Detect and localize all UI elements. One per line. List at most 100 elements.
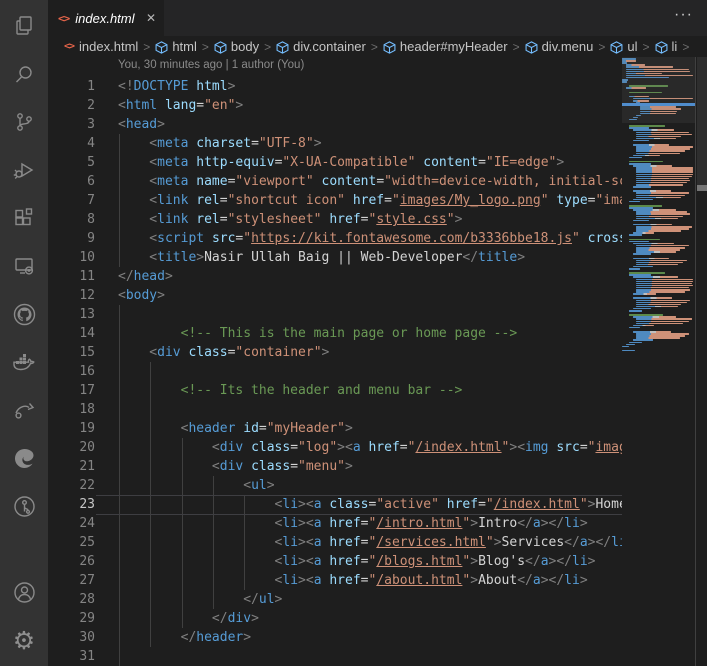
code-line[interactable]: 23 <li><a class="active" href="/index.ht… bbox=[48, 495, 622, 514]
breadcrumb-separator: > bbox=[201, 39, 209, 54]
code-line[interactable]: 17 <!-- Its the header and menu bar --> bbox=[48, 381, 622, 400]
line-number: 21 bbox=[79, 459, 95, 474]
code-line-text: <head> bbox=[118, 117, 165, 132]
minimap-row bbox=[636, 303, 682, 306]
code-editor[interactable]: You, 30 minutes ago | 1 author (You) 1 <!… bbox=[48, 57, 707, 666]
code-line[interactable]: 28 </ul> bbox=[48, 590, 622, 609]
code-line-text: <li><a class="active" href="/index.html"… bbox=[118, 497, 622, 512]
scrollbar-thumb[interactable] bbox=[697, 57, 707, 185]
code-line[interactable]: 3 <head> bbox=[48, 115, 622, 134]
gitlens-blame-annotation[interactable]: You, 30 minutes ago | 1 author (You) bbox=[118, 59, 304, 77]
search-icon[interactable] bbox=[0, 50, 48, 98]
breadcrumb-item[interactable]: html bbox=[172, 39, 197, 54]
code-line[interactable]: 22 <ul> bbox=[48, 476, 622, 495]
remote-explorer-icon[interactable] bbox=[0, 242, 48, 290]
minimap-row bbox=[636, 150, 685, 152]
code-line[interactable]: 31 bbox=[48, 647, 622, 666]
code-line[interactable]: 8 <link rel="stylesheet" href="style.css… bbox=[48, 210, 622, 229]
symbol-cube-icon bbox=[525, 41, 538, 54]
code-line[interactable]: 19 <header id="myHeader"> bbox=[48, 419, 622, 438]
code-line[interactable]: 25 <li><a href="/services.html">Services… bbox=[48, 533, 622, 552]
minimap-row bbox=[636, 318, 693, 320]
line-number: 15 bbox=[79, 345, 95, 360]
code-line[interactable]: 26 <li><a href="/blogs.html">Blog's</a><… bbox=[48, 552, 622, 571]
breadcrumb-item[interactable]: ul bbox=[627, 39, 637, 54]
minimap-row bbox=[636, 131, 689, 133]
minimap-row bbox=[636, 213, 691, 215]
code-line[interactable]: 15 <div class="container"> bbox=[48, 343, 622, 362]
minimap-row bbox=[632, 129, 675, 131]
code-line[interactable]: 27 <li><a href="/about.html">About</a></… bbox=[48, 571, 622, 590]
code-line[interactable]: 14 <!-- This is the main page or home pa… bbox=[48, 324, 622, 343]
minimap-slider[interactable] bbox=[622, 57, 695, 123]
settings-gear-icon[interactable]: ⚙ bbox=[0, 616, 48, 664]
github-icon[interactable] bbox=[0, 290, 48, 338]
run-debug-icon[interactable] bbox=[0, 146, 48, 194]
line-number: 16 bbox=[79, 364, 95, 379]
explorer-icon[interactable] bbox=[0, 2, 48, 50]
extensions-icon[interactable] bbox=[0, 194, 48, 242]
code-line[interactable]: 20 <div class="log"><a href="/index.html… bbox=[48, 438, 622, 457]
minimap-row bbox=[629, 238, 660, 241]
minimap-row bbox=[629, 156, 642, 159]
source-control-icon[interactable] bbox=[0, 98, 48, 146]
code-line[interactable]: 21 <div class="menu"> bbox=[48, 457, 622, 476]
breadcrumb-separator: > bbox=[512, 39, 520, 54]
breadcrumb-item[interactable]: div.menu bbox=[542, 39, 594, 54]
live-share-icon[interactable] bbox=[0, 386, 48, 434]
code-line-text: <meta charset="UTF-8"> bbox=[118, 136, 322, 151]
minimap[interactable] bbox=[622, 57, 695, 666]
code-line[interactable]: 9 <script src="https://kit.fontawesome.c… bbox=[48, 229, 622, 248]
code-line[interactable]: 29 </div> bbox=[48, 609, 622, 628]
minimap-row bbox=[629, 310, 642, 312]
account-icon[interactable] bbox=[0, 568, 48, 616]
tab-index-html[interactable]: <> index.html ✕ bbox=[48, 0, 164, 36]
tab-close-icon[interactable]: ✕ bbox=[146, 11, 156, 25]
line-number: 7 bbox=[87, 193, 95, 208]
edge-devtools-icon[interactable] bbox=[0, 434, 48, 482]
symbol-cube-icon bbox=[214, 41, 227, 54]
minimap-row bbox=[629, 268, 640, 270]
code-line[interactable]: 6 <meta name="viewport" content="width=d… bbox=[48, 172, 622, 191]
scrollbar-track[interactable] bbox=[695, 57, 707, 666]
minimap-row bbox=[629, 341, 642, 343]
code-line-text: <body> bbox=[118, 288, 165, 303]
code-line[interactable]: 7 <link rel="shortcut icon" href="images… bbox=[48, 191, 622, 210]
breadcrumb-item-file[interactable]: index.html bbox=[79, 39, 138, 54]
code-line[interactable]: 30 </header> bbox=[48, 628, 622, 647]
code-line[interactable]: 5 <meta http-equiv="X-UA-Compatible" con… bbox=[48, 153, 622, 172]
minimap-row bbox=[636, 217, 678, 220]
code-line[interactable]: 13 bbox=[48, 305, 622, 324]
code-line-text: <title>Nasir Ullah Baig || Web-Developer… bbox=[118, 250, 526, 265]
more-actions-icon[interactable]: ··· bbox=[674, 6, 693, 24]
code-line-text: <html lang="en"> bbox=[118, 98, 244, 113]
code-line-text: <meta name="viewport" content="width=dev… bbox=[118, 174, 622, 189]
breadcrumb-item[interactable]: body bbox=[231, 39, 259, 54]
code-line-text: <header id="myHeader"> bbox=[118, 421, 353, 436]
git-graph-icon[interactable] bbox=[0, 482, 48, 530]
code-line[interactable]: 16 bbox=[48, 362, 622, 381]
minimap-row bbox=[636, 322, 684, 325]
minimap-row bbox=[632, 293, 657, 295]
code-line-text: </head> bbox=[118, 269, 173, 284]
breadcrumb-item[interactable]: div.container bbox=[293, 39, 366, 54]
code-line[interactable]: 18 bbox=[48, 400, 622, 419]
activity-bar: ⚙ bbox=[0, 0, 48, 666]
breadcrumb-item[interactable]: header#myHeader bbox=[400, 39, 508, 54]
code-line[interactable]: 12 <body> bbox=[48, 286, 622, 305]
code-line[interactable]: 11 </head> bbox=[48, 267, 622, 286]
line-number: 14 bbox=[79, 326, 95, 341]
breadcrumb-item[interactable]: li bbox=[672, 39, 678, 54]
code-line[interactable]: 4 <meta charset="UTF-8"> bbox=[48, 134, 622, 153]
line-number: 17 bbox=[79, 383, 95, 398]
code-line[interactable]: 2 <html lang="en"> bbox=[48, 96, 622, 115]
minimap-row bbox=[636, 173, 693, 175]
line-number: 10 bbox=[79, 250, 95, 265]
minimap-row bbox=[636, 171, 693, 173]
minimap-row bbox=[636, 152, 680, 154]
code-line[interactable]: 1 <!DOCTYPE html> bbox=[48, 77, 622, 96]
code-line-text: </header> bbox=[118, 630, 252, 645]
code-line[interactable]: 10 <title>Nasir Ullah Baig || Web-Develo… bbox=[48, 248, 622, 267]
docker-icon[interactable] bbox=[0, 338, 48, 386]
code-line[interactable]: 24 <li><a href="/intro.html">Intro</a></… bbox=[48, 514, 622, 533]
